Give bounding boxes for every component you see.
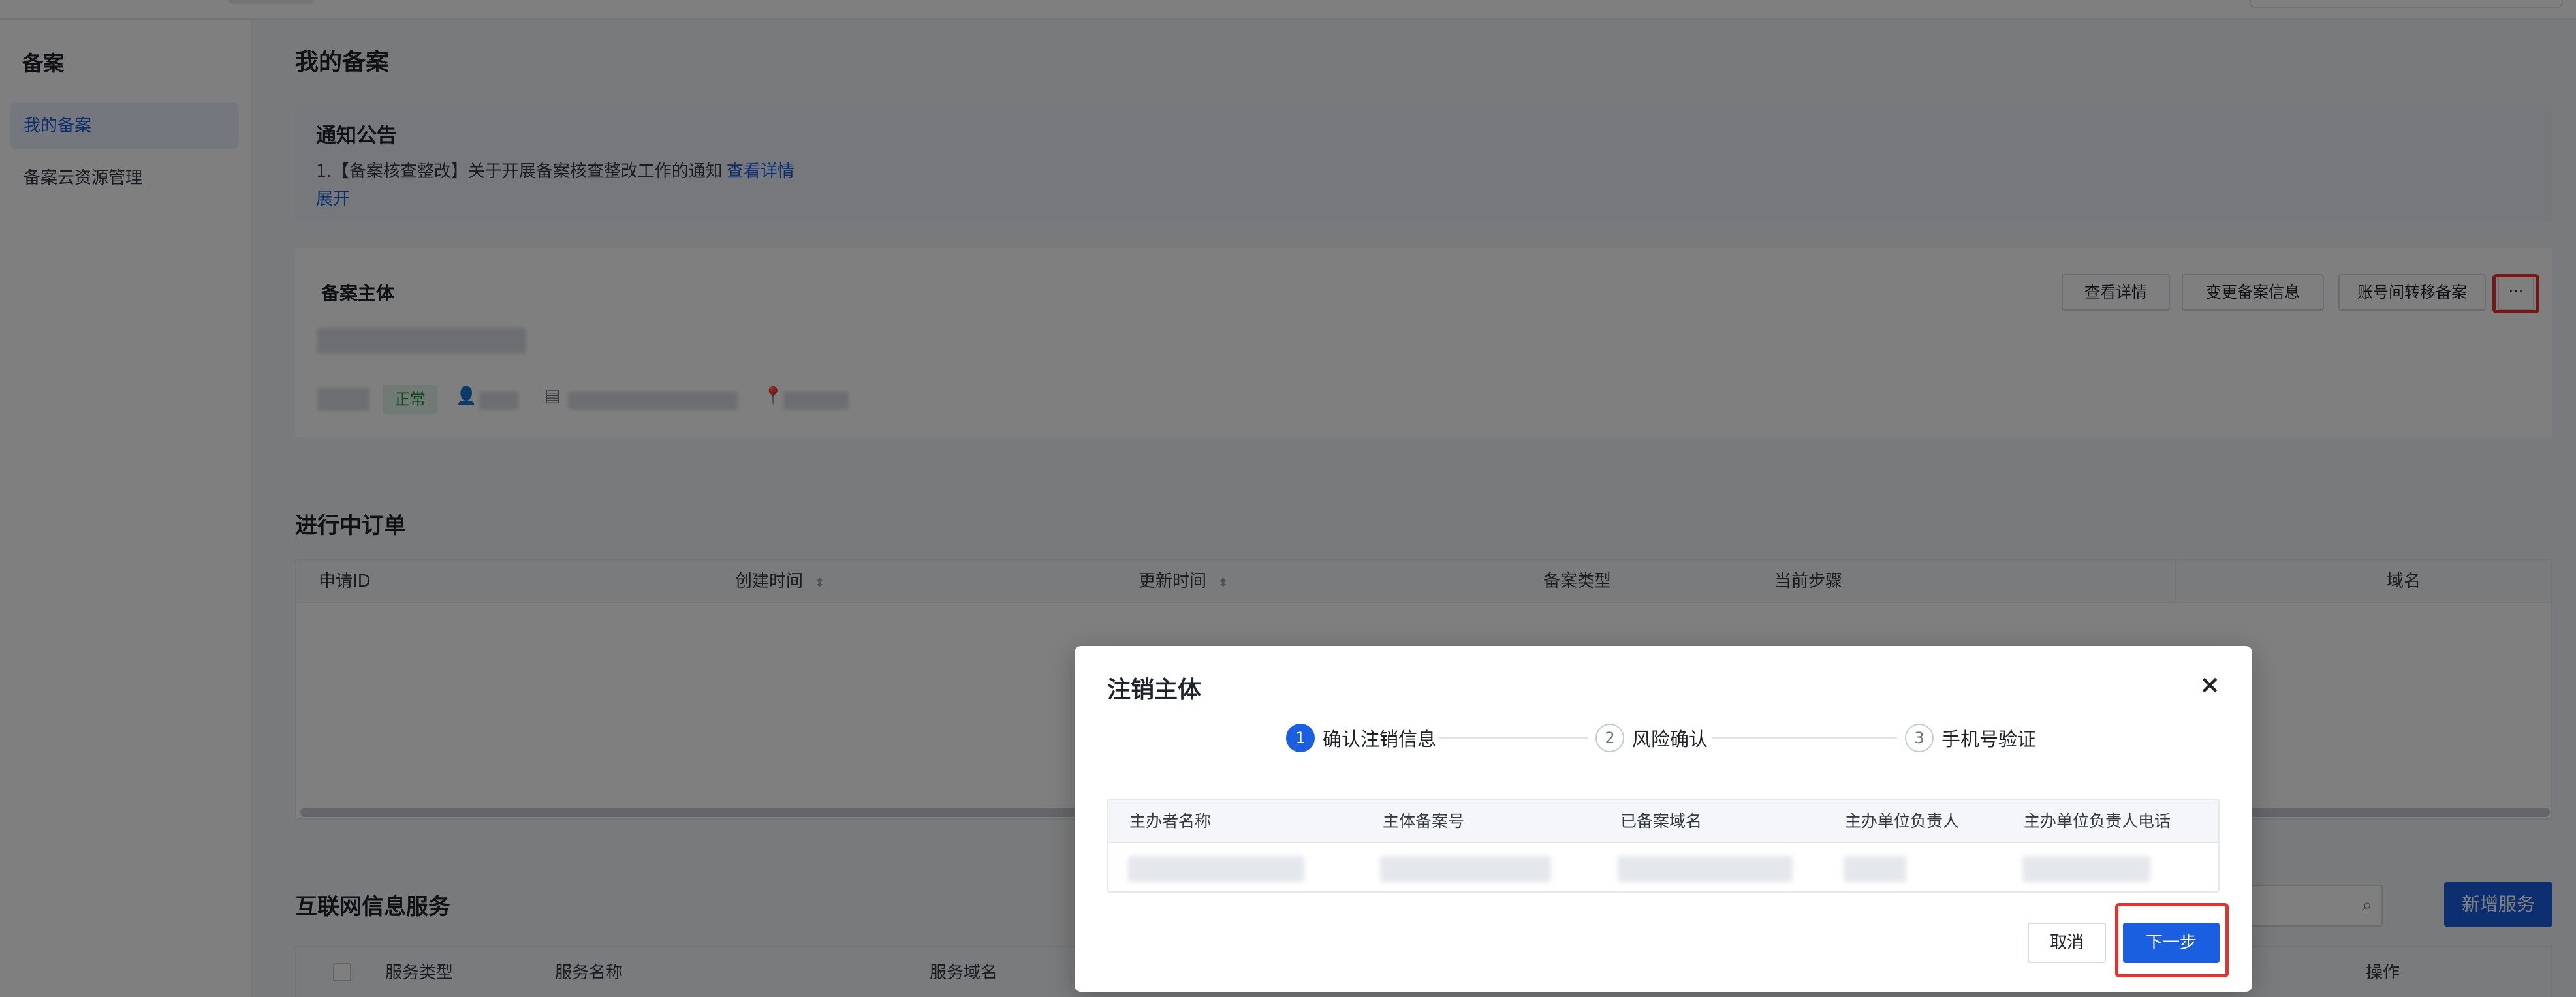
col-principal-phone: 主办单位负责人电话 <box>2024 812 2171 831</box>
step-risk-confirm: 2 风险确认 <box>1595 723 1708 753</box>
step-phone-verify: 3 手机号验证 <box>1905 723 2036 753</box>
sponsor-name-redacted <box>1128 856 1304 882</box>
entity-info-header: 主办者名称 主体备案号 已备案域名 主办单位负责人 主办单位负责人电话 <box>1108 800 2218 843</box>
col-entity-filing-number: 主体备案号 <box>1383 812 1465 831</box>
step-label: 确认注销信息 <box>1323 728 1437 750</box>
step-connector <box>1439 737 1588 739</box>
next-step-button[interactable]: 下一步 <box>2123 923 2220 963</box>
step-number: 2 <box>1595 724 1624 752</box>
phone-redacted <box>2022 856 2150 882</box>
step-connector <box>1712 737 1897 739</box>
entity-info-table: 主办者名称 主体备案号 已备案域名 主办单位负责人 主办单位负责人电话 <box>1107 799 2220 893</box>
step-label: 手机号验证 <box>1941 728 2037 750</box>
cancel-entity-dialog: 注销主体 × 1 确认注销信息 2 风险确认 3 手机号验证 主办者名称 主体备… <box>1075 646 2252 992</box>
dialog-title: 注销主体 <box>1107 677 1202 703</box>
step-number: 3 <box>1905 724 1934 752</box>
step-label: 风险确认 <box>1632 728 1708 750</box>
col-sponsor-name: 主办者名称 <box>1129 812 1212 831</box>
close-icon[interactable]: × <box>2193 668 2226 701</box>
domains-redacted <box>1618 856 1793 882</box>
step-confirm-info: 1 确认注销信息 <box>1286 723 1436 753</box>
col-sponsor-principal: 主办单位负责人 <box>1845 812 1960 831</box>
principal-redacted <box>1844 856 1906 882</box>
col-filed-domains: 已备案域名 <box>1620 812 1703 831</box>
step-number: 1 <box>1286 724 1315 752</box>
filing-number-redacted <box>1380 856 1551 882</box>
cancel-button[interactable]: 取消 <box>2028 923 2106 963</box>
